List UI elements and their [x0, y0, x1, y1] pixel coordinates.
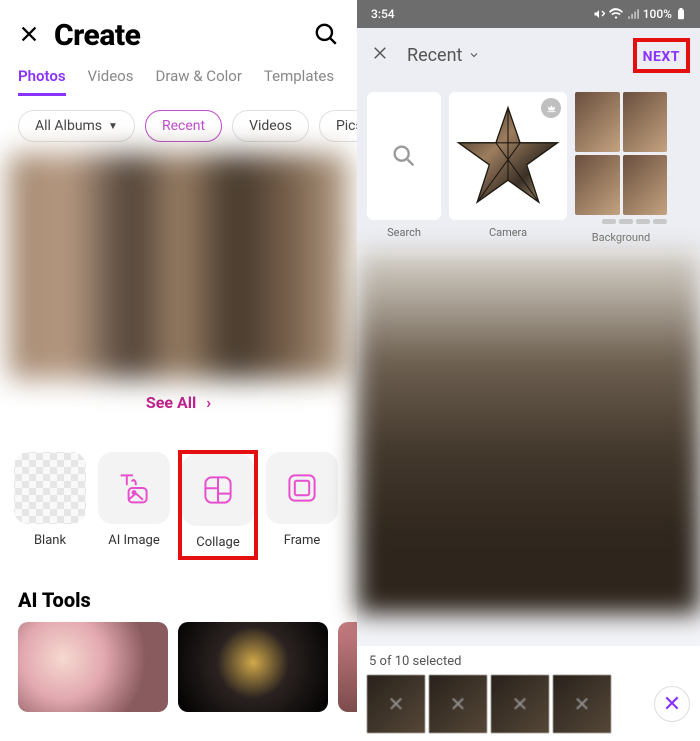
ai-tool-card[interactable] [178, 622, 328, 712]
close-icon[interactable] [371, 44, 389, 66]
blank-card [14, 452, 86, 524]
template-label: Background [592, 231, 650, 244]
selected-thumb[interactable]: ✕ [553, 675, 611, 733]
mute-icon [593, 8, 605, 20]
search-icon [390, 142, 418, 170]
selection-footer: 5 of 10 selected ✕ ✕ ✕ ✕ ✕ [357, 646, 700, 741]
photo-grid[interactable] [357, 250, 700, 614]
selection-count: 5 of 10 selected [367, 652, 690, 675]
see-all-label: See All [146, 393, 196, 412]
tab-templates[interactable]: Templates [264, 67, 334, 96]
remove-icon[interactable]: ✕ [553, 675, 611, 733]
chevron-right-icon: › [206, 393, 211, 412]
create-screen: Create Photos Videos Draw & Color Templa… [0, 0, 357, 741]
tab-draw-color[interactable]: Draw & Color [155, 67, 241, 96]
ai-image-icon [116, 470, 152, 506]
star-collage-icon [453, 101, 563, 211]
ai-image-card [98, 452, 170, 524]
create-tools: Blank AI Image Collage [0, 422, 357, 566]
chip-all-albums[interactable]: All Albums ▼ [18, 110, 135, 142]
template-search[interactable]: Search [367, 92, 441, 244]
tool-ai-image[interactable]: AI Image [96, 452, 172, 558]
photo-grid-preview[interactable] [9, 154, 349, 379]
frame-icon [284, 470, 320, 506]
template-label: Search [387, 226, 421, 239]
selected-thumb[interactable]: ✕ [491, 675, 549, 733]
template-background[interactable]: Background [575, 92, 667, 244]
template-card [575, 92, 667, 225]
battery-text: 100% [643, 7, 672, 21]
header: Create [0, 0, 357, 63]
wifi-icon [609, 8, 623, 20]
signal-icon [627, 8, 639, 20]
chip-label: All Albums [35, 118, 102, 134]
clear-selection-button[interactable]: ✕ [654, 686, 690, 722]
tool-blank[interactable]: Blank [12, 452, 88, 558]
collage-icon [200, 472, 236, 508]
battery-icon [676, 8, 686, 20]
ai-tool-card[interactable] [18, 622, 168, 712]
premium-badge-icon [541, 98, 561, 118]
see-all-row: See All › [0, 379, 357, 422]
chevron-down-icon: ▼ [108, 121, 118, 132]
frame-card [266, 452, 338, 524]
ai-tools-row [0, 622, 357, 712]
album-dropdown[interactable]: Recent [407, 45, 480, 66]
selected-thumb[interactable]: ✕ [367, 675, 425, 733]
template-card [367, 92, 441, 220]
ai-tools-title: AI Tools [0, 566, 357, 622]
close-icon: ✕ [663, 692, 681, 717]
tab-photos[interactable]: Photos [18, 67, 66, 96]
selected-thumbnails: ✕ ✕ ✕ ✕ ✕ [367, 675, 690, 733]
tool-label: Collage [196, 535, 239, 550]
see-all-link[interactable]: See All › [146, 393, 211, 412]
template-camera[interactable]: Camera [449, 92, 567, 244]
album-title: Recent [407, 45, 462, 66]
template-row: Search Camera [357, 82, 700, 250]
next-button-highlight: NEXT [637, 42, 686, 69]
tab-videos[interactable]: Videos [88, 67, 134, 96]
template-card [449, 92, 567, 220]
dots-indicator [575, 219, 667, 225]
remove-icon[interactable]: ✕ [429, 675, 487, 733]
tool-collage[interactable]: Collage [180, 452, 256, 558]
chevron-down-icon [468, 49, 480, 61]
page-title: Create [54, 18, 140, 53]
chip-picsart[interactable]: Picsart [319, 110, 357, 142]
tool-label: Frame [284, 533, 321, 548]
status-bar: 3:54 100% [357, 0, 700, 28]
chip-videos[interactable]: Videos [232, 110, 309, 142]
chip-recent[interactable]: Recent [145, 110, 222, 142]
collage-card [182, 454, 254, 526]
tool-frame[interactable]: Frame [264, 452, 340, 558]
picker-header: Recent NEXT [357, 28, 700, 82]
tool-label: AI Image [108, 533, 159, 548]
close-icon[interactable] [18, 23, 40, 49]
status-icons: 100% [593, 7, 686, 21]
remove-icon[interactable]: ✕ [491, 675, 549, 733]
filter-chips: All Albums ▼ Recent Videos Picsart [0, 96, 357, 154]
search-icon[interactable] [313, 21, 339, 51]
remove-icon[interactable]: ✕ [367, 675, 425, 733]
selected-thumb[interactable]: ✕ [429, 675, 487, 733]
header-left: Create [18, 18, 140, 53]
template-label: Camera [489, 226, 527, 239]
picker-screen: 3:54 100% Recent NEXT Search [357, 0, 700, 741]
next-button[interactable]: NEXT [643, 49, 680, 65]
tool-label: Blank [34, 533, 66, 548]
status-time: 3:54 [371, 7, 395, 21]
picker-header-left: Recent [371, 44, 480, 66]
background-grid [575, 92, 667, 215]
tabs: Photos Videos Draw & Color Templates [0, 63, 357, 96]
